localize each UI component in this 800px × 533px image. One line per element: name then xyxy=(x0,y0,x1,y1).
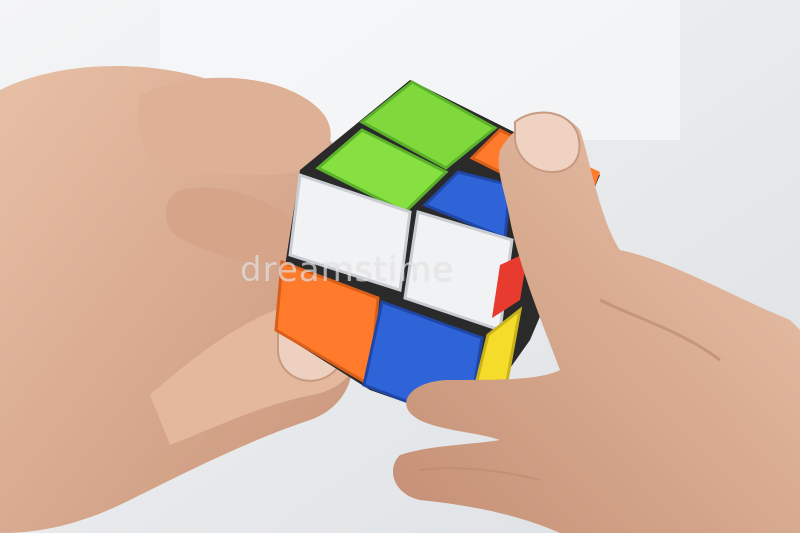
watermark: dreamstime xyxy=(240,250,455,290)
photo-scene: dreamstime xyxy=(0,0,800,533)
